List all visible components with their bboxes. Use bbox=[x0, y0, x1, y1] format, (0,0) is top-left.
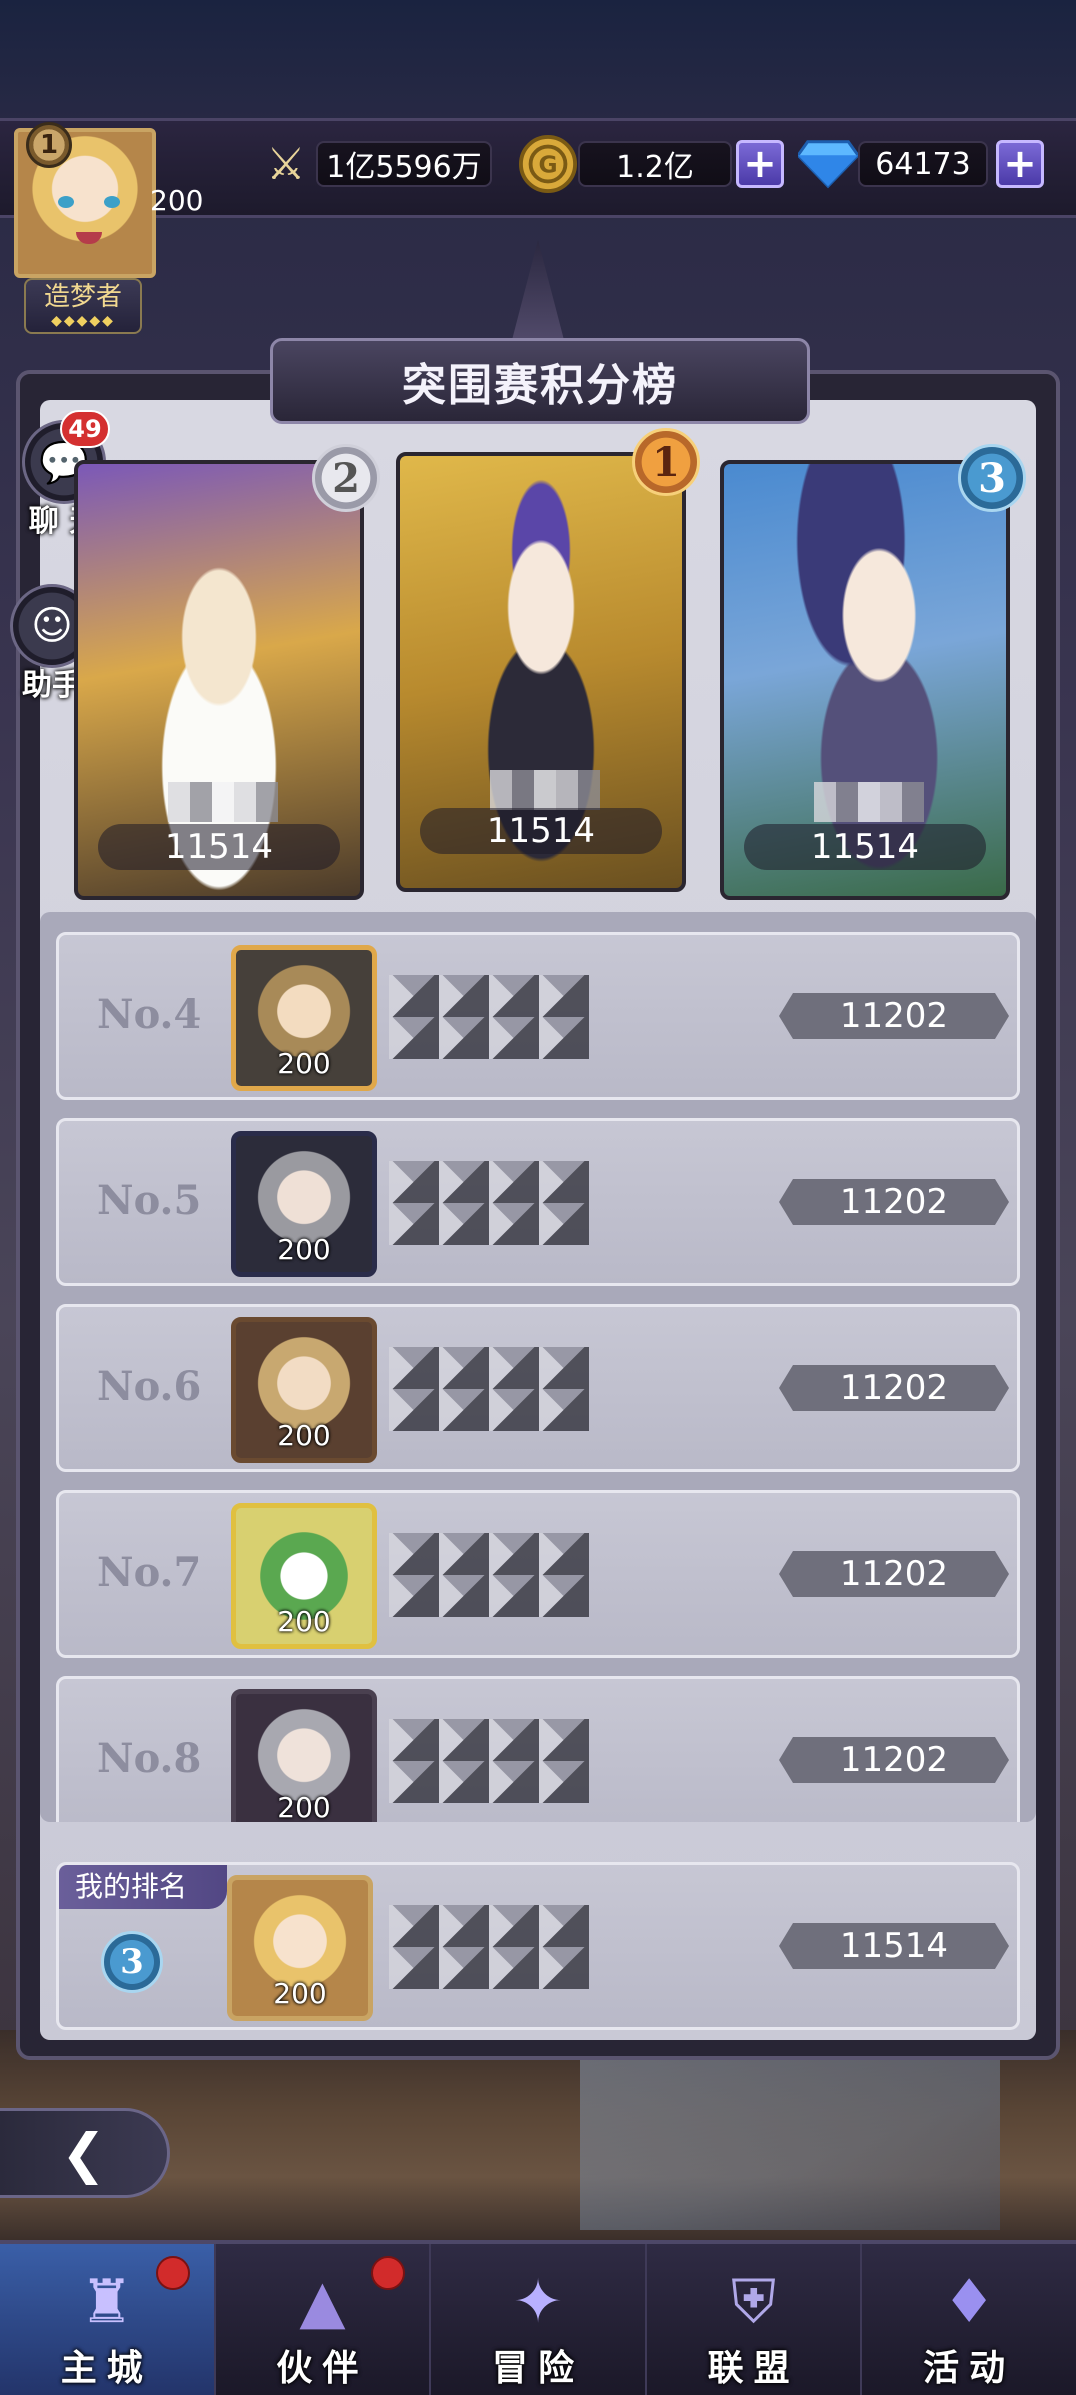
player-level: 200 bbox=[277, 1047, 331, 1080]
player-title-badge: 造梦者 ◆◆◆◆◆ bbox=[24, 278, 142, 334]
player-level: 200 bbox=[273, 1977, 327, 2010]
cards-icon: ♦ bbox=[942, 2267, 997, 2337]
list-item[interactable]: No.6 200 11202 bbox=[56, 1304, 1020, 1472]
player-name-mosaic bbox=[389, 1347, 589, 1431]
top-card-score: 11514 bbox=[420, 808, 662, 854]
player-name-mosaic bbox=[389, 975, 589, 1059]
back-arrow-icon: ❮ bbox=[60, 2121, 107, 2185]
castle-icon: ♜ bbox=[79, 2267, 134, 2337]
diamond-icon bbox=[798, 134, 858, 194]
back-button[interactable]: ❮ bbox=[0, 2108, 170, 2198]
top-card-rank-3[interactable]: 11514 bbox=[720, 460, 1010, 900]
player-avatar[interactable]: 200 bbox=[231, 1689, 377, 1822]
hat-icon: ▲ bbox=[299, 2267, 346, 2337]
player-name-mosaic bbox=[389, 1161, 589, 1245]
score-value: 11202 bbox=[779, 1737, 1009, 1783]
player-title-text: 造梦者 bbox=[43, 282, 122, 312]
add-gold-button[interactable]: + bbox=[736, 140, 784, 188]
nav-label: 冒险 bbox=[491, 2347, 584, 2389]
player-name-mosaic bbox=[389, 1719, 589, 1803]
nav-events[interactable]: ♦ 活动 bbox=[862, 2244, 1076, 2395]
list-item[interactable]: No.4 200 11202 bbox=[56, 932, 1020, 1100]
gold-medal-icon: 1 bbox=[632, 428, 700, 496]
player-avatar[interactable]: 200 bbox=[231, 1131, 377, 1277]
my-rank-tag: 我的排名 bbox=[59, 1865, 227, 1909]
nav-label: 活动 bbox=[923, 2347, 1016, 2389]
player-avatar[interactable]: 200 bbox=[231, 945, 377, 1091]
nav-main-city[interactable]: ♜ 主城 bbox=[0, 2244, 216, 2395]
add-gem-button[interactable]: + bbox=[996, 140, 1044, 188]
player-name-mosaic bbox=[168, 782, 278, 822]
player-avatar[interactable]: 200 bbox=[231, 1503, 377, 1649]
gem-value: 64173 bbox=[858, 141, 988, 187]
power-resource: ⚔ 1亿5596万 bbox=[256, 134, 492, 194]
shield-icon: ⛨ bbox=[731, 2267, 777, 2337]
score-value: 11202 bbox=[779, 1551, 1009, 1597]
bottom-navigation: ♜ 主城 ▲ 伙伴 ✦ 冒险 ⛨ 联盟 ♦ 活动 bbox=[0, 2240, 1076, 2395]
score-value: 11202 bbox=[779, 1179, 1009, 1225]
nav-alliance[interactable]: ⛨ 联盟 bbox=[647, 2244, 863, 2395]
player-avatar[interactable]: 200 bbox=[227, 1875, 373, 2021]
rank-number: No.6 bbox=[97, 1363, 202, 1410]
player-level: 200 bbox=[277, 1233, 331, 1266]
list-item[interactable]: No.7 200 11202 bbox=[56, 1490, 1020, 1658]
chat-notification-badge: 49 bbox=[60, 410, 110, 448]
player-name-mosaic bbox=[814, 782, 924, 822]
notification-dot bbox=[155, 2256, 190, 2290]
svg-text:G: G bbox=[538, 152, 557, 179]
background-window bbox=[580, 2040, 1000, 2230]
nav-adventure[interactable]: ✦ 冒险 bbox=[431, 2244, 647, 2395]
player-avatar-frame[interactable]: 1 bbox=[8, 122, 158, 282]
title-stars-icon: ◆◆◆◆◆ bbox=[51, 313, 115, 329]
player-name-mosaic bbox=[389, 1905, 589, 1989]
my-rank-row[interactable]: 我的排名 3 200 11514 bbox=[56, 1862, 1020, 2030]
power-value: 1亿5596万 bbox=[316, 141, 492, 187]
vip-badge: 1 bbox=[26, 122, 72, 168]
player-level: 200 bbox=[277, 1419, 331, 1452]
sword-icon: ⚔ bbox=[266, 138, 306, 190]
silver-medal-icon: 2 bbox=[312, 444, 380, 512]
gold-value: 1.2亿 bbox=[578, 141, 732, 187]
nav-partners[interactable]: ▲ 伙伴 bbox=[216, 2244, 432, 2395]
my-rank-medal-icon: 3 bbox=[101, 1931, 163, 1993]
list-item[interactable]: No.8 200 11202 bbox=[56, 1676, 1020, 1822]
score-value: 11202 bbox=[779, 993, 1009, 1039]
player-name-mosaic bbox=[490, 770, 600, 810]
ranking-list[interactable]: No.4 200 11202 No.5 200 11202 No.6 200 1… bbox=[40, 912, 1036, 1822]
top-card-rank-2[interactable]: 11514 bbox=[74, 460, 364, 900]
avatar-eye bbox=[104, 196, 120, 208]
player-level: 200 bbox=[277, 1605, 331, 1638]
gold-coin-icon: G bbox=[518, 134, 578, 194]
bronze-medal-icon: 3 bbox=[958, 444, 1026, 512]
nav-label: 伙伴 bbox=[276, 2347, 369, 2389]
nav-label: 主城 bbox=[60, 2347, 153, 2389]
nav-label: 联盟 bbox=[707, 2347, 800, 2389]
player-level: 200 bbox=[150, 184, 204, 217]
player-name-mosaic bbox=[389, 1533, 589, 1617]
rank-number: No.5 bbox=[97, 1177, 202, 1224]
gem-resource: 64173 + bbox=[798, 134, 1044, 194]
top-card-rank-1[interactable]: 11514 bbox=[396, 452, 686, 892]
rank-number: No.7 bbox=[97, 1549, 202, 1596]
top-card-score: 11514 bbox=[98, 824, 340, 870]
rank-number: No.4 bbox=[97, 991, 202, 1038]
banner-crown-ornament bbox=[512, 240, 564, 340]
compass-icon: ✦ bbox=[512, 2267, 564, 2337]
player-level: 200 bbox=[277, 1791, 331, 1822]
page-title: 突围赛积分榜 bbox=[270, 338, 810, 424]
avatar-eye bbox=[58, 196, 74, 208]
list-item[interactable]: No.5 200 11202 bbox=[56, 1118, 1020, 1286]
player-avatar[interactable]: 200 bbox=[231, 1317, 377, 1463]
rank-number: No.8 bbox=[97, 1735, 202, 1782]
score-value: 11514 bbox=[779, 1923, 1009, 1969]
gold-resource: G 1.2亿 + bbox=[518, 134, 784, 194]
score-value: 11202 bbox=[779, 1365, 1009, 1411]
notification-dot bbox=[371, 2256, 406, 2290]
avatar-mouth bbox=[76, 232, 102, 244]
top-card-score: 11514 bbox=[744, 824, 986, 870]
